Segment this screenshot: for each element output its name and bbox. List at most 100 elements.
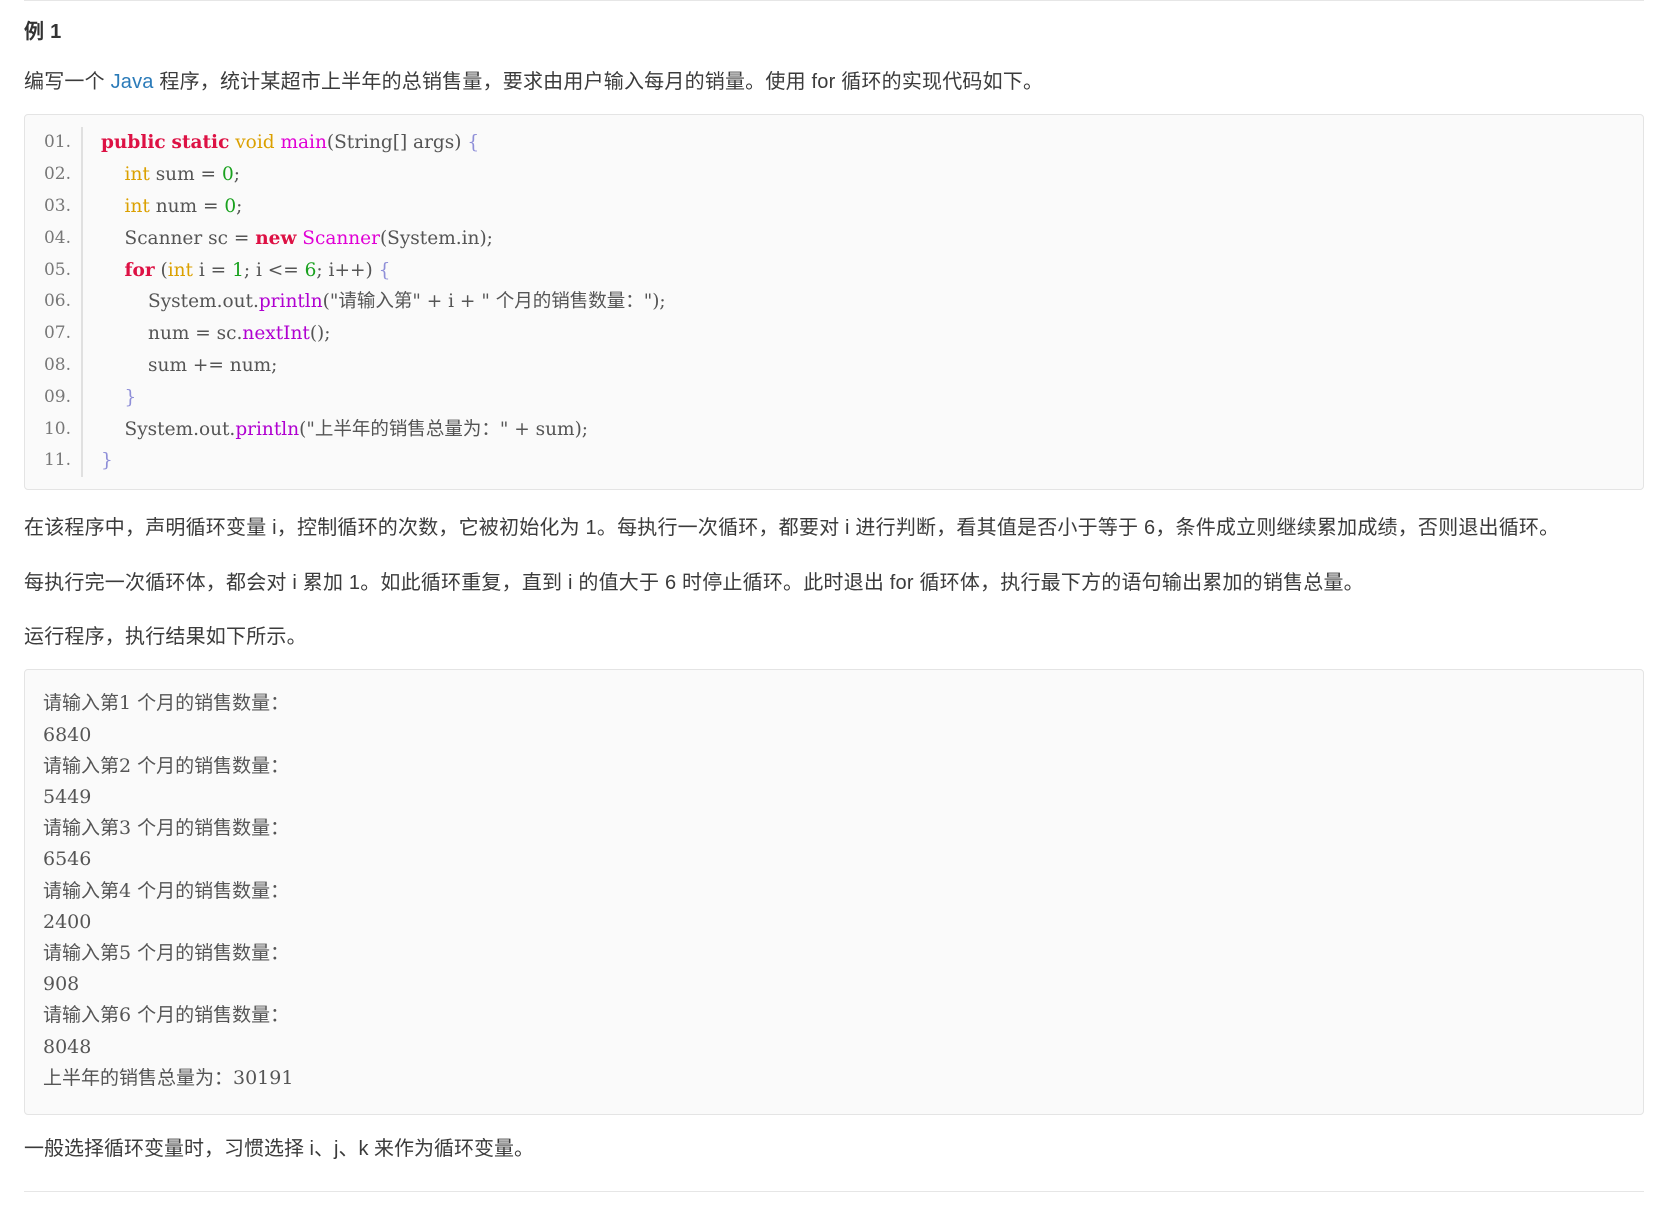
code-line: 07. num = sc.nextInt(); bbox=[25, 318, 1643, 350]
top-divider bbox=[24, 0, 1644, 1]
code-line: 11.} bbox=[25, 445, 1643, 478]
code-token: += bbox=[192, 354, 224, 376]
console-output-block: 请输入第1 个月的销售数量： 6840 请输入第2 个月的销售数量： 5449 请输入第… bbox=[24, 669, 1644, 1115]
code-line: 03. int num = 0; bbox=[25, 190, 1643, 223]
code-token: } bbox=[124, 386, 137, 408]
code-token: { bbox=[378, 259, 391, 281]
code-token: = bbox=[210, 259, 227, 281]
code-line-number: 04. bbox=[25, 222, 83, 255]
code-line-text: } bbox=[83, 445, 113, 477]
code-line-number: 01. bbox=[25, 127, 83, 160]
run-caption: 运行程序，执行结果如下所示。 bbox=[24, 625, 307, 648]
code-token: static bbox=[171, 132, 230, 154]
code-line: 06. System.out.println("请输入第" + i + " 个月… bbox=[25, 286, 1643, 319]
code-token: println bbox=[258, 291, 323, 313]
code-line-text: int sum = 0; bbox=[83, 159, 240, 191]
code-token: 0 bbox=[221, 164, 234, 186]
code-token: (String[] args) bbox=[326, 132, 462, 154]
code-block: 01. public static void main(String[] args… bbox=[24, 114, 1644, 491]
output-line: 2400 bbox=[43, 910, 92, 933]
code-token: ("请输入第" + i + " 个月的销售数量："); bbox=[322, 291, 666, 313]
page-title: 例 1 bbox=[24, 21, 62, 43]
code-line-text: for (int i = 1; i <= 6; i++) { bbox=[83, 255, 391, 287]
code-line-number: 06. bbox=[25, 286, 83, 319]
code-token: } bbox=[101, 450, 113, 472]
code-line-text: System.out.println("请输入第" + i + " 个月的销售数… bbox=[83, 286, 666, 318]
output-line: 6840 bbox=[43, 723, 92, 746]
code-line: 09. } bbox=[25, 381, 1643, 414]
code-line-number: 05. bbox=[25, 254, 83, 287]
code-token: = bbox=[200, 164, 217, 186]
code-line: 02. int sum = 0; bbox=[25, 159, 1643, 191]
output-line: 请输入第5 个月的销售数量： bbox=[43, 941, 290, 964]
code-token: = bbox=[233, 227, 250, 249]
code-token: num; bbox=[223, 354, 278, 376]
code-token: ; bbox=[236, 195, 243, 217]
code-line-text: public static void main(String[] args) { bbox=[83, 127, 479, 159]
code-token: num bbox=[149, 195, 203, 217]
output-line: 请输入第2 个月的销售数量： bbox=[43, 754, 290, 777]
code-token: i bbox=[192, 259, 211, 281]
intro-paragraph: 编写一个 Java 程序，统计某超市上半年的总销售量，要求由用户输入每月的销量。… bbox=[24, 66, 1644, 98]
code-line-text: } bbox=[83, 382, 137, 414]
code-token: sum bbox=[149, 164, 201, 186]
code-token: System.out. bbox=[101, 291, 259, 313]
code-token: new bbox=[255, 227, 297, 249]
code-token: for bbox=[124, 259, 155, 281]
code-line-text: sum += num; bbox=[83, 350, 277, 382]
code-token: = bbox=[202, 195, 219, 217]
code-line-text: System.out.println("上半年的销售总量为：" + sum); bbox=[83, 414, 589, 446]
code-token: (System.in); bbox=[379, 227, 493, 249]
code-lines-container: 01. public static void main(String[] args… bbox=[25, 127, 1643, 478]
output-line: 请输入第6 个月的销售数量： bbox=[43, 1004, 290, 1027]
code-line-number: 11. bbox=[25, 445, 83, 478]
code-line: 04. Scanner sc = new Scanner(System.in); bbox=[25, 222, 1643, 255]
intro-text-before: 编写一个 bbox=[24, 71, 111, 93]
code-line-number: 08. bbox=[25, 349, 83, 382]
code-token: 0 bbox=[224, 195, 237, 217]
code-token: ("上半年的销售总量为：" + sum); bbox=[299, 418, 589, 440]
code-token: void bbox=[235, 132, 275, 154]
code-token: ; i++) bbox=[316, 259, 379, 281]
explanation-paragraph-2: 每执行完一次循环体，都会对 i 累加 1。如此循环重复，直到 i 的值大于 6 … bbox=[24, 571, 1364, 594]
code-line: 05. for (int i = 1; i <= 6; i++) { bbox=[25, 254, 1643, 287]
code-token: 1 bbox=[232, 259, 244, 281]
code-token: public bbox=[101, 132, 166, 154]
code-token: int bbox=[124, 195, 150, 217]
code-token: Scanner sc bbox=[101, 227, 234, 249]
code-token: int bbox=[167, 259, 193, 281]
code-line-number: 10. bbox=[25, 413, 83, 446]
output-lines-container: 请输入第1 个月的销售数量： 6840 请输入第2 个月的销售数量： 5449 请输入第… bbox=[25, 688, 1643, 1094]
output-line: 上半年的销售总量为：30191 bbox=[43, 1066, 294, 1089]
code-token: (); bbox=[309, 323, 331, 345]
bottom-divider bbox=[24, 1190, 1644, 1192]
code-token: ; i <= bbox=[243, 259, 305, 281]
code-token: main bbox=[280, 132, 327, 154]
output-line: 请输入第3 个月的销售数量： bbox=[43, 817, 290, 840]
code-line-number: 07. bbox=[25, 318, 83, 350]
code-line-text: int num = 0; bbox=[83, 191, 243, 223]
code-token: { bbox=[467, 132, 480, 154]
output-line: 908 bbox=[43, 973, 80, 996]
code-token: 6 bbox=[304, 259, 317, 281]
explanation-paragraph-1: 在该程序中，声明循环变量 i，控制循环的次数，它被初始化为 1。每执行一次循环，… bbox=[24, 517, 1560, 540]
code-token: num = sc. bbox=[101, 323, 243, 345]
code-token: ( bbox=[154, 259, 168, 281]
code-token: println bbox=[235, 418, 300, 440]
code-token: System.out. bbox=[101, 418, 236, 440]
code-line: 10. System.out.println("上半年的销售总量为：" + su… bbox=[25, 413, 1643, 446]
code-token: Scanner bbox=[302, 227, 380, 249]
output-line: 请输入第1 个月的销售数量： bbox=[43, 692, 290, 715]
code-line-number: 09. bbox=[25, 381, 83, 414]
code-token: int bbox=[124, 164, 150, 186]
code-token: ; bbox=[233, 164, 240, 186]
article-page: 例 1 编写一个 Java 程序，统计某超市上半年的总销售量，要求由用户输入每月… bbox=[0, 0, 1668, 1192]
code-token: nextInt bbox=[242, 323, 310, 345]
footer-note: 一般选择循环变量时，习惯选择 i、j、k 来作为循环变量。 bbox=[24, 1137, 534, 1160]
code-token: sum bbox=[101, 354, 193, 376]
java-link[interactable]: Java bbox=[111, 71, 154, 93]
